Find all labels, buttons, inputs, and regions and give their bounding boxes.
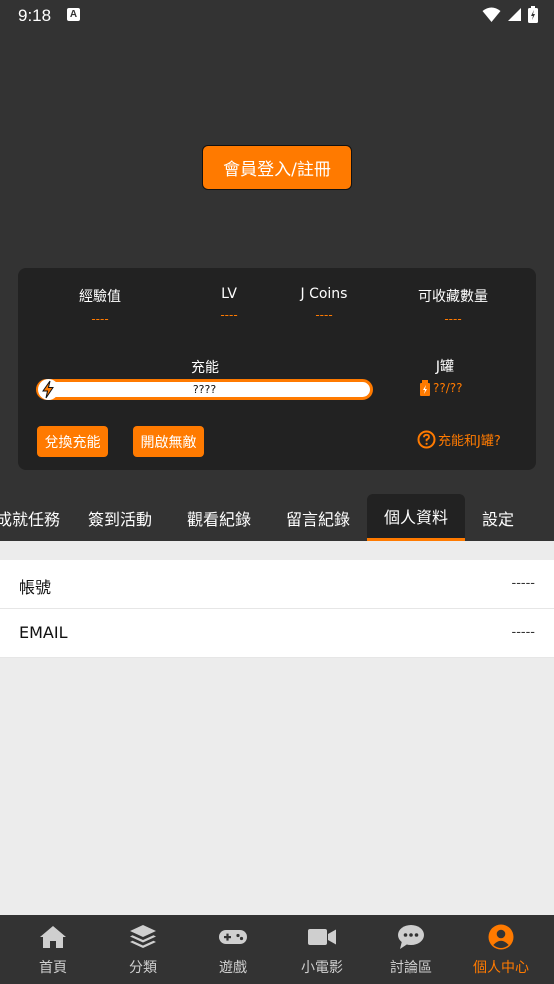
- stat-level: LV ----: [214, 286, 244, 322]
- stat-value: ----: [315, 308, 333, 322]
- help-link-label: 充能和J罐?: [438, 434, 501, 449]
- bottom-navigation: 首頁 分類 遊戲 小電影 討論區 個人中心: [0, 915, 554, 984]
- signal-icon: [508, 8, 521, 21]
- stat-value: ----: [220, 308, 238, 322]
- list-item: 帳號 -----: [0, 560, 554, 609]
- tab-check-in[interactable]: 簽到活動: [80, 494, 160, 541]
- header-area: 9:18 A 會員登入/註冊 經驗值 ---- LV ---- J Coins …: [0, 0, 554, 541]
- tab-personal-info[interactable]: 個人資料: [367, 494, 465, 541]
- profile-info-list: 帳號 ----- EMAIL -----: [0, 560, 554, 658]
- field-value: -----: [511, 576, 535, 591]
- status-time: 9:18: [18, 6, 52, 25]
- video-camera-icon: [308, 929, 336, 945]
- charge-label: 充能: [191, 360, 219, 376]
- tab-watch-history[interactable]: 觀看紀錄: [179, 494, 259, 541]
- jcan-count: ??/??: [420, 380, 463, 396]
- nav-label: 小電影: [301, 960, 343, 976]
- nav-label: 首頁: [39, 960, 67, 976]
- layers-icon: [130, 925, 156, 948]
- jcan-icon: [420, 380, 430, 396]
- stats-card: 經驗值 ---- LV ---- J Coins ---- 可收藏數量 ----…: [18, 268, 536, 470]
- nav-label: 分類: [129, 960, 157, 976]
- stat-collection-capacity: 可收藏數量 ----: [408, 286, 498, 326]
- question-circle-icon: [417, 430, 436, 449]
- nav-label: 遊戲: [219, 960, 247, 976]
- stat-jcoins: J Coins ----: [290, 286, 358, 322]
- enable-invincible-button[interactable]: 開啟無敵: [133, 426, 204, 457]
- field-label: 帳號: [19, 578, 52, 597]
- stat-value: ----: [91, 312, 109, 326]
- nav-forum[interactable]: 討論區: [365, 915, 457, 984]
- login-register-button[interactable]: 會員登入/註冊: [202, 145, 352, 190]
- field-value: -----: [511, 625, 535, 640]
- chat-bubble-icon: [398, 925, 424, 949]
- user-circle-icon: [488, 924, 514, 950]
- nav-categories[interactable]: 分類: [97, 915, 189, 984]
- gamepad-icon: [219, 930, 247, 944]
- home-icon: [40, 926, 66, 948]
- profile-tabs: 成就任務 簽到活動 觀看紀錄 留言紀錄 個人資料 設定: [0, 494, 554, 541]
- nav-games[interactable]: 遊戲: [187, 915, 279, 984]
- redeem-charge-button[interactable]: 兌換充能: [37, 426, 108, 457]
- stat-label: J Coins: [300, 286, 348, 302]
- jcan-label: J罐: [435, 359, 455, 375]
- nav-profile[interactable]: 個人中心: [455, 915, 547, 984]
- status-bar: 9:18 A: [0, 0, 554, 30]
- stat-experience: 經驗值 ----: [74, 286, 126, 326]
- stat-label: 經驗值: [79, 289, 121, 305]
- notification-a-icon: A: [67, 8, 80, 21]
- tab-settings[interactable]: 設定: [472, 494, 524, 541]
- nav-label: 個人中心: [473, 960, 529, 976]
- list-item: EMAIL -----: [0, 609, 554, 658]
- tab-achievements[interactable]: 成就任務: [0, 494, 68, 541]
- charge-help-link[interactable]: 充能和J罐?: [417, 430, 501, 449]
- battery-icon: [528, 6, 538, 23]
- jcan-value: ??/??: [433, 381, 463, 395]
- stat-label: LV: [221, 286, 237, 302]
- nav-short-videos[interactable]: 小電影: [276, 915, 368, 984]
- charge-progress-bar: ????: [36, 379, 373, 400]
- field-label: EMAIL: [19, 623, 68, 642]
- nav-label: 討論區: [390, 960, 432, 976]
- stat-value: ----: [444, 312, 462, 326]
- charge-value: ????: [192, 383, 217, 396]
- status-icons: [482, 6, 538, 23]
- wifi-icon: [482, 7, 501, 22]
- tab-comment-history[interactable]: 留言紀錄: [278, 494, 358, 541]
- nav-home[interactable]: 首頁: [7, 915, 99, 984]
- stat-label: 可收藏數量: [418, 289, 488, 305]
